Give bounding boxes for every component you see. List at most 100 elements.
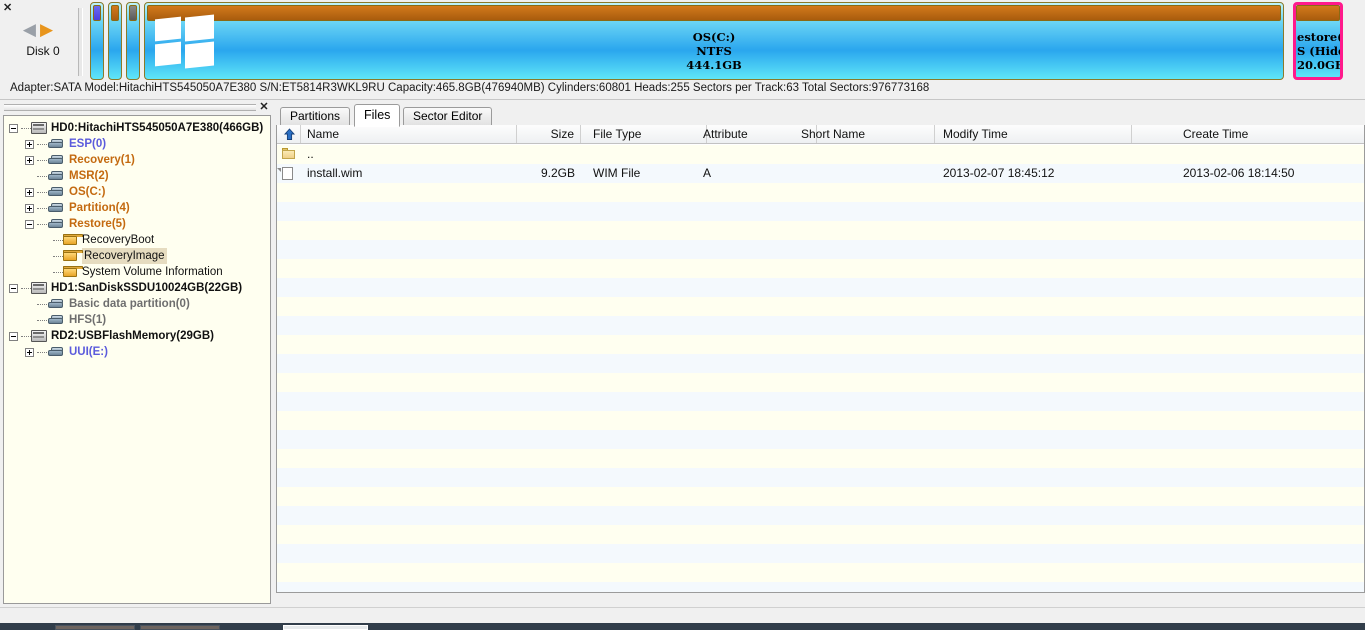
folder-up-icon [282, 148, 296, 161]
tree-item-os-c[interactable]: OS(C:) [4, 184, 270, 200]
tree-item-uui-e[interactable]: UUI(E:) [4, 344, 270, 360]
desktop-background [0, 607, 1365, 623]
tree-connector [37, 175, 47, 177]
tree-item-basic-data-partition-0[interactable]: Basic data partition(0) [4, 296, 270, 312]
partition-header-bar [147, 5, 1281, 21]
cell-modifytime: 2013-02-07 18:45:12 [943, 166, 1055, 180]
expand-icon[interactable] [25, 203, 34, 213]
tree-item-label: RecoveryBoot [82, 234, 155, 246]
column-header-sort[interactable] [277, 125, 301, 143]
column-header-modifytime[interactable]: Modify Time [937, 125, 1132, 143]
tree-item-partition-4[interactable]: Partition(4) [4, 200, 270, 216]
disk-map-panel: ✕ ◀ ▶ Disk 0 OS(C:) NTFS 444.1GB estore(… [0, 0, 1365, 100]
partition-body: OS(C:) NTFS 444.1GB [145, 14, 1283, 79]
disk-adapter-info: Adapter:SATA Model:HitachiHTS545050A7E38… [10, 82, 930, 94]
expand-icon[interactable] [25, 347, 34, 357]
tree-item-rd2-usbflashmemory-29gb[interactable]: RD2:USBFlashMemory(29GB) [4, 328, 270, 344]
column-header-type[interactable]: File Type [587, 125, 707, 143]
tree-item-msr-2[interactable]: MSR(2) [4, 168, 270, 184]
tab-files[interactable]: Files [354, 104, 401, 127]
diskmap-partition-os[interactable]: OS(C:) NTFS 444.1GB [144, 2, 1284, 80]
cell-name: install.wim [307, 166, 363, 180]
tree-close-icon[interactable]: ✕ [258, 101, 270, 114]
tree-connector [21, 287, 31, 289]
partition-volume-label: OS(C:) [692, 29, 736, 44]
empty-row [277, 373, 1364, 392]
collapse-icon[interactable] [9, 331, 18, 341]
empty-row [277, 487, 1364, 506]
empty-row [277, 544, 1364, 563]
hard-disk-icon [31, 282, 47, 294]
empty-row [277, 506, 1364, 525]
tree-item-recoveryboot[interactable]: RecoveryBoot [4, 232, 270, 248]
file-row[interactable]: install.wim 9.2GB WIM File A 2013-02-07 18:4… [277, 164, 1364, 183]
tab-sector-editor[interactable]: Sector Editor [403, 107, 493, 125]
collapse-icon[interactable] [25, 219, 34, 229]
partition-volume-label: estore(5 [1297, 29, 1343, 44]
partition-icon [47, 298, 65, 310]
empty-row [277, 202, 1364, 221]
partition-icon [47, 346, 65, 358]
diskmap-partition-restore-selected[interactable]: estore(5 S (Hidd 20.0GB [1293, 2, 1343, 80]
device-tree[interactable]: HD0:HitachiHTS545050A7E380(466GB) ESP(0) R… [3, 115, 271, 604]
tree-panel-drag-handle[interactable] [4, 104, 256, 111]
tree-item-system-volume-information[interactable]: System Volume Information [4, 264, 270, 280]
empty-row [277, 335, 1364, 354]
tree-item-recovery-1[interactable]: Recovery(1) [4, 152, 270, 168]
application-window: ✕ ◀ ▶ Disk 0 OS(C:) NTFS 444.1GB estore(… [0, 0, 1365, 630]
tree-item-label: Recovery(1) [69, 154, 135, 166]
tree-item-label: OS(C:) [69, 186, 106, 198]
close-icon[interactable]: ✕ [3, 2, 15, 14]
taskbar-button[interactable] [140, 625, 220, 630]
collapse-icon[interactable] [9, 283, 18, 293]
file-list[interactable]: Name Size File Type Attribute Short Name Modi… [276, 125, 1365, 593]
previous-disk-icon[interactable]: ◀ [23, 21, 36, 38]
taskbar-button-active[interactable] [283, 625, 368, 630]
partition-icon [47, 314, 65, 326]
partition-body [127, 22, 139, 79]
column-header-name[interactable]: Name [301, 125, 517, 143]
next-disk-icon[interactable]: ▶ [40, 21, 53, 38]
collapse-icon[interactable] [9, 123, 18, 133]
expand-icon[interactable] [25, 187, 34, 197]
diskmap-partition-msr[interactable] [126, 2, 140, 80]
tree-panel-titlebar: ✕ [0, 101, 274, 115]
tree-connector [21, 127, 31, 129]
partition-icon [47, 154, 65, 166]
file-row[interactable]: .. [277, 145, 1364, 164]
column-header-size[interactable]: Size [517, 125, 581, 143]
tab-partitions[interactable]: Partitions [280, 107, 351, 125]
empty-row [277, 582, 1364, 592]
tree-item-label: ESP(0) [69, 138, 107, 150]
diskmap-grip[interactable] [78, 8, 83, 76]
tree-item-restore-5[interactable]: Restore(5) [4, 216, 270, 232]
diskmap-partition-recovery[interactable] [108, 2, 122, 80]
partition-header-bar [93, 5, 101, 21]
tree-item-hfs-1[interactable]: HFS(1) [4, 312, 270, 328]
column-header-shortname[interactable]: Short Name [795, 125, 935, 143]
empty-row [277, 297, 1364, 316]
windows-logo-icon [155, 14, 215, 69]
tree-connector [37, 191, 47, 193]
column-header-createtime[interactable]: Create Time [1177, 125, 1364, 143]
tree-item-hd0-hitachihts545050a7e380-466gb[interactable]: HD0:HitachiHTS545050A7E380(466GB) [4, 120, 270, 136]
tree-item-esp-0[interactable]: ESP(0) [4, 136, 270, 152]
partition-body: estore(5 S (Hidd 20.0GB [1296, 24, 1340, 77]
hard-disk-icon [31, 330, 47, 342]
diskmap-partition-esp[interactable] [90, 2, 104, 80]
tree-connector [37, 351, 47, 353]
tree-item-label: Partition(4) [69, 202, 130, 214]
taskbar-button[interactable] [55, 625, 135, 630]
tree-item-hd1-sandiskssdu10024gb-22gb[interactable]: HD1:SanDiskSSDU10024GB(22GB) [4, 280, 270, 296]
expand-icon[interactable] [25, 139, 34, 149]
empty-row [277, 525, 1364, 544]
empty-row [277, 354, 1364, 373]
hard-disk-icon [31, 122, 47, 134]
tree-connector [53, 239, 63, 241]
tree-item-recoveryimage[interactable]: RecoveryImage [4, 248, 270, 264]
expand-icon[interactable] [25, 155, 34, 165]
tree-connector [53, 255, 63, 257]
